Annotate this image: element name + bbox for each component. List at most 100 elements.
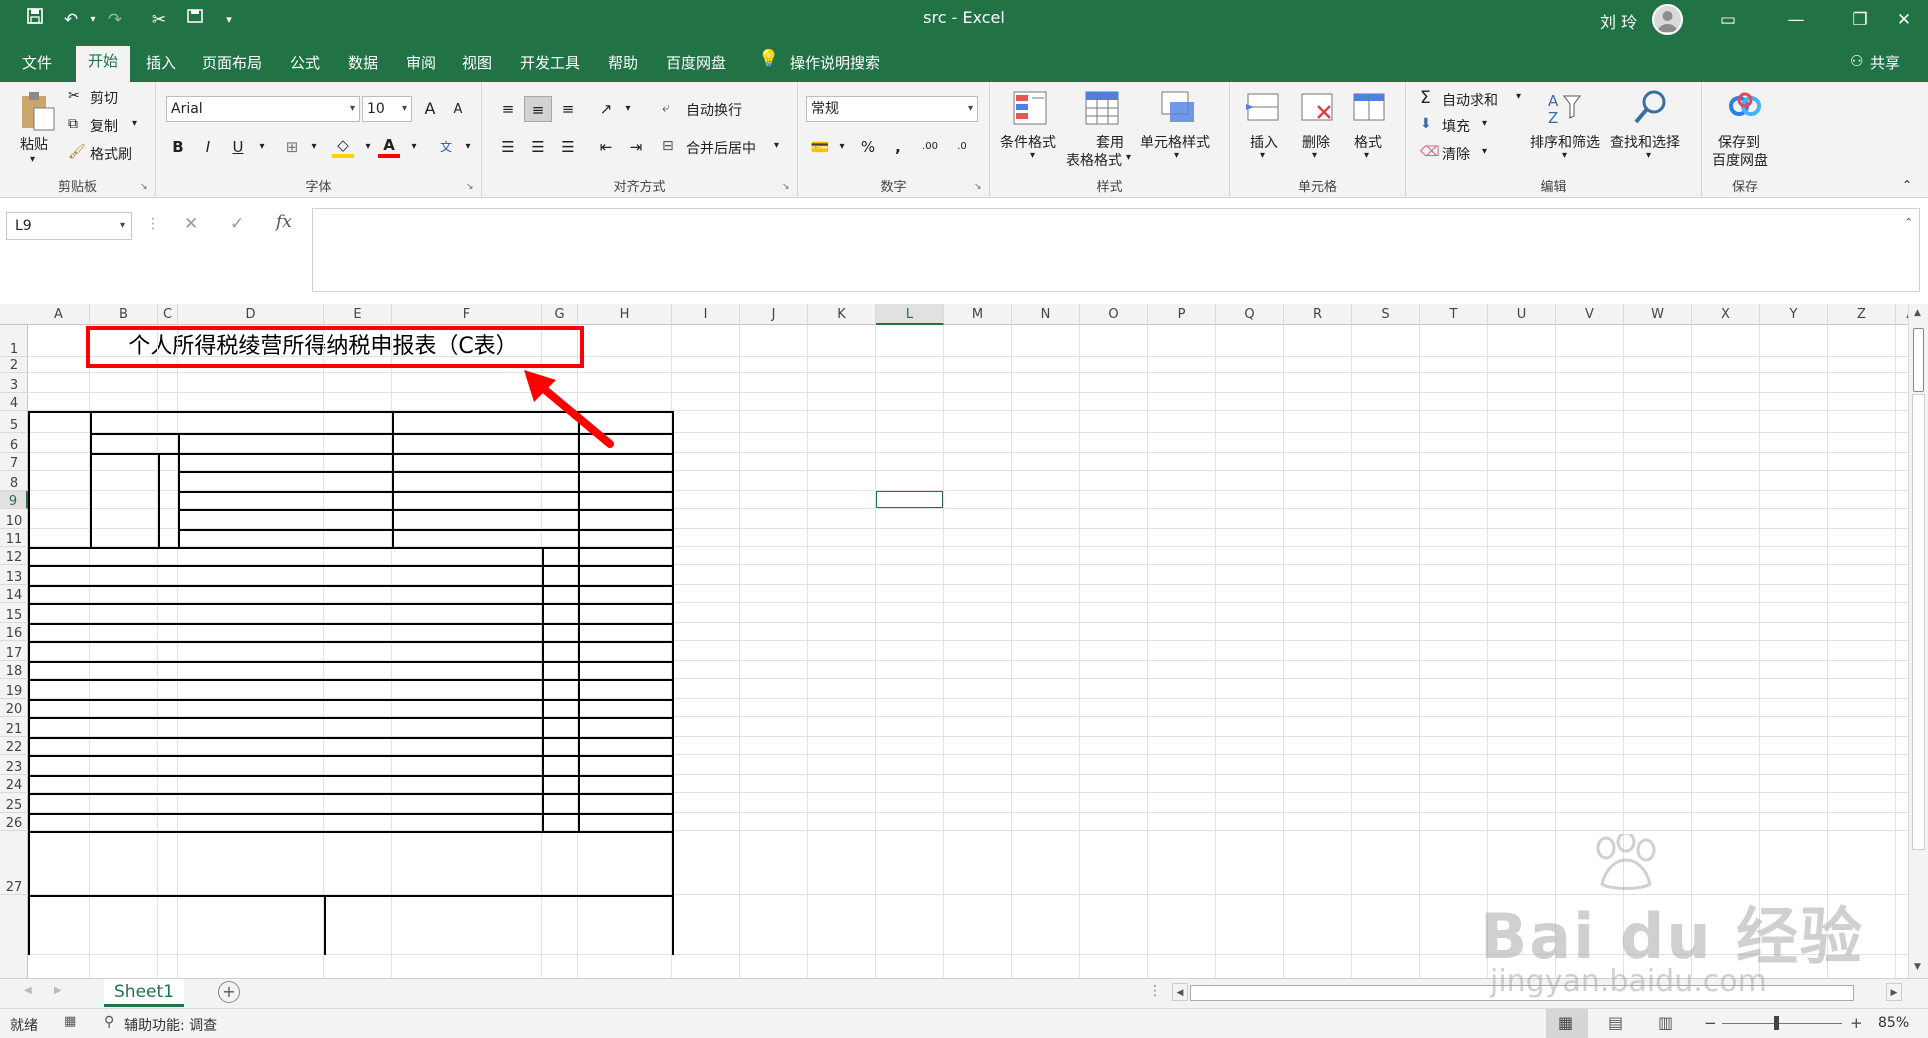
align-left-icon[interactable]: ☰ (494, 134, 522, 160)
find-select-dropdown-icon[interactable]: ▾ (1646, 150, 1651, 161)
column-header-j[interactable]: J (740, 304, 808, 325)
align-middle-icon[interactable]: ≡ (524, 96, 552, 122)
conditional-formatting-dropdown-icon[interactable]: ▾ (1030, 150, 1035, 161)
tab-insert[interactable]: 插入 (146, 52, 176, 73)
comma-button[interactable]: , (884, 134, 912, 160)
tab-formulas[interactable]: 公式 (290, 52, 320, 73)
format-cells-icon[interactable] (1352, 90, 1386, 126)
format-as-table-dropdown-icon[interactable]: ▾ (1126, 152, 1131, 163)
tell-me-search[interactable]: 操作说明搜索 (790, 52, 880, 73)
cell-styles-dropdown-icon[interactable]: ▾ (1174, 150, 1179, 161)
shrink-font-button[interactable]: A (444, 97, 472, 123)
fill-button[interactable]: 填充 (1442, 116, 1470, 136)
row-header-19[interactable]: 19 (0, 679, 28, 699)
row-header-9[interactable]: 9 (0, 491, 28, 509)
clear-dropdown-icon[interactable]: ▾ (1482, 146, 1487, 157)
zoom-out-icon[interactable]: − (1704, 1014, 1717, 1032)
row-header-1[interactable]: 1 (0, 325, 28, 357)
expand-formula-bar-icon[interactable]: ⌃ (1904, 216, 1913, 229)
number-format-select[interactable]: 常规 ▾ (806, 96, 978, 122)
scroll-left-icon[interactable]: ◀ (1172, 983, 1188, 1001)
insert-cells-icon[interactable] (1246, 90, 1280, 126)
save-to-label-2[interactable]: 百度网盘 (1712, 150, 1768, 170)
column-header-z[interactable]: Z (1828, 304, 1896, 325)
decrease-decimal-button[interactable]: .0 (948, 134, 976, 160)
clipboard-launcher-icon[interactable]: ↘ (140, 182, 148, 192)
find-select-button[interactable]: 查找和选择 (1610, 132, 1680, 152)
column-header-p[interactable]: P (1148, 304, 1216, 325)
align-top-icon[interactable]: ≡ (494, 96, 522, 122)
format-painter-button[interactable]: 格式刷 (90, 144, 132, 164)
insert-cells-dropdown-icon[interactable]: ▾ (1260, 150, 1265, 161)
tab-developer[interactable]: 开发工具 (520, 52, 580, 73)
column-header-u[interactable]: U (1488, 304, 1556, 325)
column-header-e[interactable]: E (324, 304, 392, 325)
column-header-l[interactable]: L (876, 304, 944, 325)
sort-filter-dropdown-icon[interactable]: ▾ (1562, 150, 1567, 161)
cell-styles-icon[interactable] (1160, 90, 1196, 126)
column-header-b[interactable]: B (90, 304, 158, 325)
row-header-25[interactable]: 25 (0, 793, 28, 813)
autosum-button[interactable]: 自动求和 (1442, 90, 1498, 110)
column-header-o[interactable]: O (1080, 304, 1148, 325)
tab-file[interactable]: 文件 (22, 52, 52, 73)
delete-cells-dropdown-icon[interactable]: ▾ (1312, 150, 1317, 161)
tab-view[interactable]: 视图 (462, 52, 492, 73)
accessibility-status[interactable]: 辅助功能: 调查 (124, 1015, 217, 1035)
row-header-17[interactable]: 17 (0, 641, 28, 661)
insert-function-icon[interactable]: fx (276, 212, 292, 232)
copy-dropdown-icon[interactable]: ▾ (132, 118, 137, 129)
fill-color-icon[interactable]: ◇ (332, 132, 354, 158)
page-break-view-icon[interactable]: ▥ (1658, 1013, 1673, 1032)
row-header-12[interactable]: 12 (0, 547, 28, 565)
selected-cell-outline[interactable] (875, 490, 944, 509)
number-launcher-icon[interactable]: ↘ (974, 182, 982, 192)
format-as-table-label-1[interactable]: 套用 (1096, 132, 1124, 152)
row-header-27[interactable]: 27 (0, 831, 28, 895)
align-right-icon[interactable]: ☰ (554, 134, 582, 160)
delete-cells-icon[interactable] (1300, 90, 1334, 126)
clear-button[interactable]: 清除 (1442, 144, 1470, 164)
format-as-table-icon[interactable] (1084, 90, 1120, 126)
tab-data[interactable]: 数据 (348, 52, 378, 73)
phonetic-dropdown-icon[interactable]: ▾ (454, 134, 482, 160)
tab-home[interactable]: 开始 (76, 46, 131, 82)
alignment-launcher-icon[interactable]: ↘ (782, 182, 790, 192)
decrease-indent-icon[interactable]: ⇤ (592, 134, 620, 160)
font-color-dropdown-icon[interactable]: ▾ (400, 134, 428, 160)
tab-help[interactable]: 帮助 (608, 52, 638, 73)
cut-button[interactable]: 剪切 (90, 88, 118, 108)
column-header-g[interactable]: G (542, 304, 578, 325)
column-header-c[interactable]: C (158, 304, 178, 325)
font-size-select[interactable]: 10 ▾ (362, 96, 412, 122)
column-header-f[interactable]: F (392, 304, 542, 325)
column-header-q[interactable]: Q (1216, 304, 1284, 325)
conditional-formatting-button[interactable]: 条件格式 (1000, 132, 1056, 152)
insert-cells-button[interactable]: 插入 (1250, 132, 1278, 152)
wrap-text-button[interactable]: 自动换行 (686, 100, 742, 120)
close-icon[interactable]: ✕ (1884, 6, 1924, 34)
increase-decimal-button[interactable]: .00 (916, 134, 944, 160)
scroll-down-icon[interactable]: ▼ (1914, 962, 1921, 972)
tab-page-layout[interactable]: 页面布局 (202, 52, 262, 73)
tab-splitter-icon[interactable]: ⋮ (1148, 983, 1162, 999)
ribbon-display-options-icon[interactable]: ▭ (1708, 6, 1748, 34)
row-header-23[interactable]: 23 (0, 755, 28, 775)
format-as-table-label-2[interactable]: 表格格式 (1066, 150, 1122, 170)
row-header-10[interactable]: 10 (0, 509, 28, 529)
row-header-18[interactable]: 18 (0, 661, 28, 679)
collapse-ribbon-icon[interactable]: ⌃ (1902, 178, 1912, 192)
column-header-m[interactable]: M (944, 304, 1012, 325)
copy-button[interactable]: 复制 (90, 116, 118, 136)
column-header-t[interactable]: T (1420, 304, 1488, 325)
restore-icon[interactable]: ❐ (1840, 6, 1880, 34)
row-header-16[interactable]: 16 (0, 623, 28, 641)
column-header-r[interactable]: R (1284, 304, 1352, 325)
next-sheet-icon[interactable]: ▶ (54, 985, 62, 996)
name-box[interactable]: L9 ▾ (6, 212, 132, 240)
zoom-slider-track[interactable] (1722, 1023, 1842, 1024)
paste-icon[interactable] (18, 90, 56, 132)
avatar[interactable] (1652, 4, 1683, 35)
row-header-8[interactable]: 8 (0, 471, 28, 491)
column-header-s[interactable]: S (1352, 304, 1420, 325)
